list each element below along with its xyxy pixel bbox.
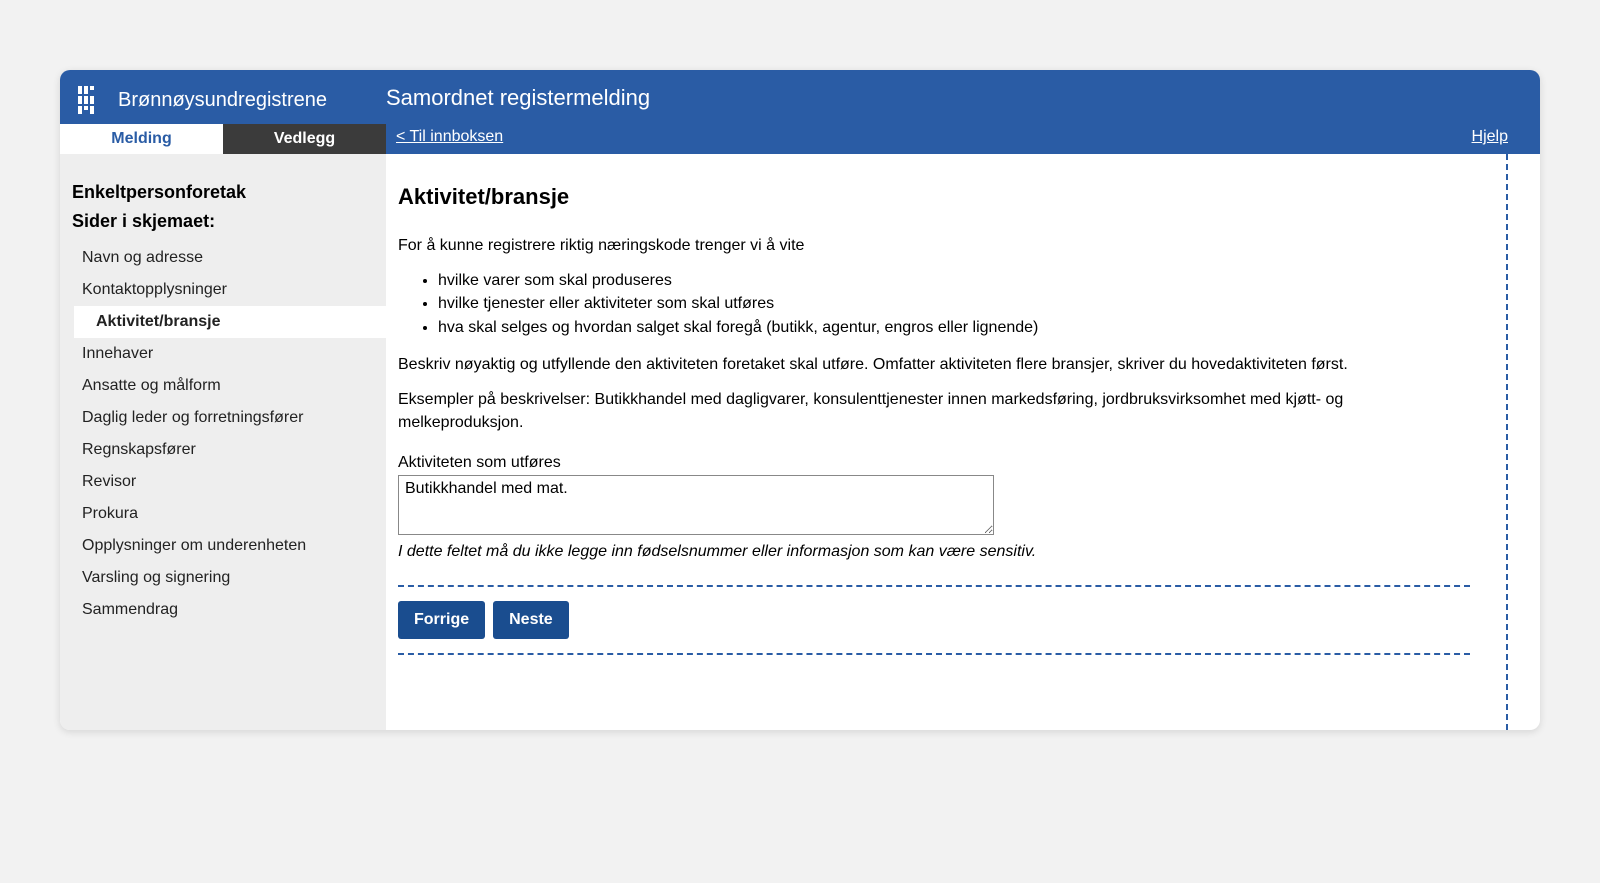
next-button[interactable]: Neste (493, 601, 569, 639)
activity-field-label: Aktiviteten som utføres (398, 454, 1470, 472)
field-hint: I dette feltet må du ikke legge inn føds… (398, 543, 1470, 561)
bullet-item-0: hvilke varer som skal produseres (438, 269, 1470, 292)
content: Aktivitet/bransje For å kunne registrere… (386, 154, 1508, 730)
nav-list: Navn og adresseKontaktopplysningerAktivi… (60, 242, 386, 626)
sidebar-item-8[interactable]: Prokura (60, 498, 386, 530)
sidebar-item-11[interactable]: Sammendrag (60, 594, 386, 626)
sidebar-item-3[interactable]: Innehaver (60, 338, 386, 370)
help-link[interactable]: Hjelp (1472, 128, 1508, 146)
bullet-list: hvilke varer som skal produsereshvilke t… (438, 269, 1470, 339)
sidebar-item-6[interactable]: Regnskapsfører (60, 434, 386, 466)
prev-button[interactable]: Forrige (398, 601, 485, 639)
brand-name: Brønnøysundregistrene (118, 89, 327, 112)
header-bottom-row: Melding Vedlegg < Til innboksen Hjelp (60, 124, 1540, 154)
page-title: Aktivitet/bransje (398, 184, 1470, 210)
intro-text: For å kunne registrere riktig næringskod… (398, 234, 1470, 257)
description-1: Beskriv nøyaktig og utfyllende den aktiv… (398, 353, 1470, 376)
org-type-heading: Enkeltpersonforetak (60, 182, 386, 211)
header-top-row: Brønnøysundregistrene Samordnet register… (60, 70, 1540, 124)
header: Brønnøysundregistrene Samordnet register… (60, 70, 1540, 154)
sidebar-item-4[interactable]: Ansatte og målform (60, 370, 386, 402)
header-links: < Til innboksen Hjelp (386, 128, 1540, 150)
tabs: Melding Vedlegg (60, 124, 386, 154)
app-title: Samordnet registermelding (386, 85, 650, 119)
description-2: Eksempler på beskrivelser: Butikkhandel … (398, 388, 1470, 434)
sidebar-item-7[interactable]: Revisor (60, 466, 386, 498)
nav-title: Sider i skjemaet: (60, 211, 386, 242)
tab-melding[interactable]: Melding (60, 124, 223, 154)
bullet-item-1: hvilke tjenester eller aktiviteter som s… (438, 292, 1470, 315)
sidebar-item-0[interactable]: Navn og adresse (60, 242, 386, 274)
sidebar-item-10[interactable]: Varsling og signering (60, 562, 386, 594)
bullet-item-2: hva skal selges og hvordan salget skal f… (438, 316, 1470, 339)
sidebar-item-9[interactable]: Opplysninger om underenheten (60, 530, 386, 562)
sidebar: Enkeltpersonforetak Sider i skjemaet: Na… (60, 154, 386, 730)
brand-logo-icon (78, 86, 106, 114)
button-row: Forrige Neste (398, 585, 1470, 655)
sidebar-item-5[interactable]: Daglig leder og forretningsfører (60, 402, 386, 434)
content-wrap: Aktivitet/bransje For å kunne registrere… (386, 154, 1540, 730)
activity-textarea[interactable] (398, 475, 994, 535)
app-window: Brønnøysundregistrene Samordnet register… (60, 70, 1540, 730)
sidebar-item-2[interactable]: Aktivitet/bransje (74, 306, 386, 338)
inbox-link[interactable]: < Til innboksen (396, 128, 503, 146)
brand: Brønnøysundregistrene (60, 80, 386, 124)
sidebar-item-1[interactable]: Kontaktopplysninger (60, 274, 386, 306)
tab-vedlegg[interactable]: Vedlegg (223, 124, 386, 154)
body: Enkeltpersonforetak Sider i skjemaet: Na… (60, 154, 1540, 730)
